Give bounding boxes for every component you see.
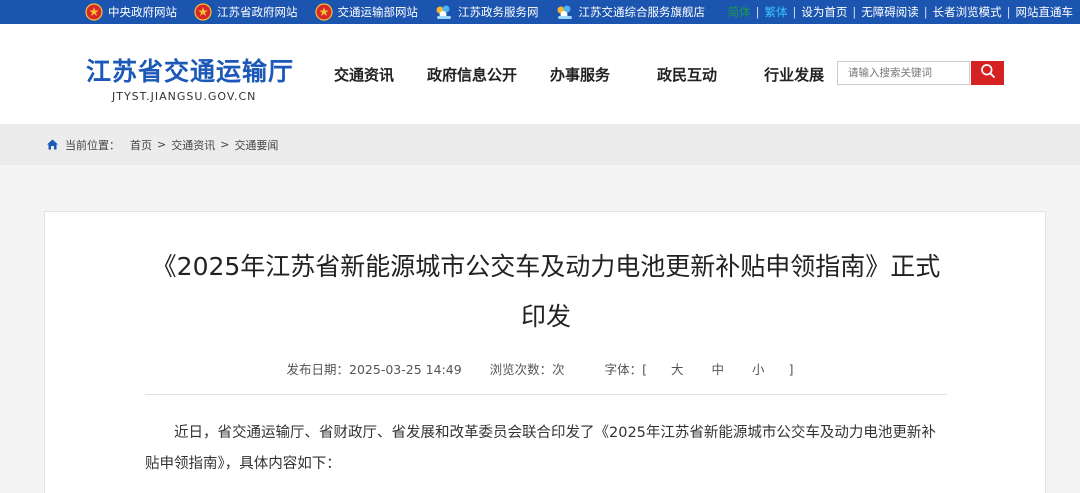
link-label: 交通运输部网站 bbox=[337, 5, 419, 19]
site-tools: 简体 | 繁体 | 设为首页 | 无障碍阅读 | 长者浏览模式 | 网站直通车 bbox=[728, 0, 1073, 24]
simplified-chinese-link[interactable]: 简体 bbox=[728, 4, 751, 20]
main-nav: 交通资讯 政府信息公开 办事服务 政民互动 行业发展 bbox=[310, 64, 824, 85]
link-label: 中央政府网站 bbox=[108, 5, 177, 19]
font-size-medium[interactable]: 中 bbox=[712, 362, 725, 377]
national-emblem-icon bbox=[314, 3, 333, 21]
divider: | bbox=[1006, 5, 1011, 19]
link-jiangsu-transport-store[interactable]: 江苏交通综合服务旗舰店 bbox=[556, 3, 706, 21]
site-header: 江苏省交通运输厅 JTYST.JIANGSU.GOV.CN 交通资讯 政府信息公… bbox=[0, 24, 1080, 124]
breadcrumb-bar: 当前位置： 首页 > 交通资讯 > 交通要闻 bbox=[0, 124, 1080, 165]
view-count: 浏览次数：次 bbox=[489, 362, 565, 377]
article-paragraph: 近日，省交通运输厅、省财政厅、省发展和改革委员会联合印发了《2025年江苏省新能… bbox=[145, 425, 936, 472]
search-icon bbox=[980, 63, 996, 83]
divider: | bbox=[792, 5, 797, 19]
jiangsu-gov-service-icon bbox=[435, 3, 453, 21]
breadcrumb-home[interactable]: 首页 bbox=[130, 137, 152, 153]
article-meta: 发布日期：2025-03-25 14:49 浏览次数：次 字体：[ 大 中 小] bbox=[45, 359, 1047, 378]
top-bar: 中央政府网站 江苏省政府网站 交通运输部网站 江苏政务服务网 江苏交通综合服务旗… bbox=[0, 0, 1080, 24]
site-logo[interactable]: 江苏省交通运输厅 bbox=[86, 52, 294, 88]
link-label: 江苏政务服务网 bbox=[458, 5, 539, 19]
divider: | bbox=[923, 5, 928, 19]
meta-divider bbox=[145, 394, 947, 395]
site-domain: JTYST.JIANGSU.GOV.CN bbox=[112, 90, 257, 103]
breadcrumb-separator: > bbox=[157, 138, 167, 151]
breadcrumb-key-news[interactable]: 交通要闻 bbox=[234, 137, 278, 153]
article-title-line: 《2025年江苏省新能源城市公交车及动力电池更新补贴申领指南》正式 bbox=[151, 252, 941, 281]
breadcrumb-label: 当前位置： bbox=[65, 138, 120, 152]
publish-date: 发布日期：2025-03-25 14:49 bbox=[286, 362, 462, 377]
site-navigation-link[interactable]: 网站直通车 bbox=[1016, 4, 1074, 20]
breadcrumb-transport-news[interactable]: 交通资讯 bbox=[171, 137, 215, 153]
nav-item-interaction[interactable]: 政民互动 bbox=[657, 64, 717, 85]
link-jiangsu-government[interactable]: 江苏省政府网站 bbox=[194, 3, 298, 21]
article-title-line: 印发 bbox=[520, 302, 571, 331]
link-ministry-transport[interactable]: 交通运输部网站 bbox=[314, 3, 419, 21]
divider: | bbox=[852, 5, 857, 19]
external-links: 中央政府网站 江苏省政府网站 交通运输部网站 江苏政务服务网 江苏交通综合服务旗… bbox=[85, 0, 722, 24]
nav-item-transport-news[interactable]: 交通资讯 bbox=[334, 64, 394, 85]
article-card: 《2025年江苏省新能源城市公交车及动力电池更新补贴申领指南》正式 印发 发布日… bbox=[44, 211, 1046, 493]
link-jiangsu-gov-service[interactable]: 江苏政务服务网 bbox=[435, 3, 539, 21]
font-size-large[interactable]: 大 bbox=[671, 362, 684, 377]
jiangsu-gov-service-icon bbox=[556, 3, 574, 21]
font-size-label: 字体：[ bbox=[604, 362, 648, 377]
set-homepage-link[interactable]: 设为首页 bbox=[801, 4, 847, 20]
link-label: 江苏省政府网站 bbox=[217, 5, 298, 19]
elder-mode-link[interactable]: 长者浏览模式 bbox=[933, 4, 1002, 20]
nav-item-industry[interactable]: 行业发展 bbox=[764, 64, 824, 85]
font-size-control: 字体：[ 大 中 小] bbox=[593, 362, 806, 377]
breadcrumb: 当前位置： 首页 > 交通资讯 > 交通要闻 bbox=[46, 124, 278, 165]
nav-item-services[interactable]: 办事服务 bbox=[550, 64, 610, 85]
font-size-bracket: ] bbox=[788, 362, 794, 377]
article-title: 《2025年江苏省新能源城市公交车及动力电池更新补贴申领指南》正式 印发 bbox=[45, 242, 1047, 342]
link-label: 江苏交通综合服务旗舰店 bbox=[578, 5, 706, 19]
home-icon bbox=[46, 138, 59, 151]
accessible-reading-link[interactable]: 无障碍阅读 bbox=[861, 4, 919, 20]
traditional-chinese-link[interactable]: 繁体 bbox=[765, 4, 788, 20]
search-input[interactable] bbox=[837, 61, 970, 85]
font-size-small[interactable]: 小 bbox=[752, 362, 765, 377]
search-button[interactable] bbox=[971, 61, 1004, 85]
breadcrumb-separator: > bbox=[220, 138, 230, 151]
national-emblem-icon bbox=[194, 3, 212, 21]
nav-item-gov-info[interactable]: 政府信息公开 bbox=[427, 64, 517, 85]
national-emblem-icon bbox=[85, 3, 103, 21]
divider: | bbox=[755, 5, 760, 19]
link-central-government[interactable]: 中央政府网站 bbox=[85, 3, 177, 21]
